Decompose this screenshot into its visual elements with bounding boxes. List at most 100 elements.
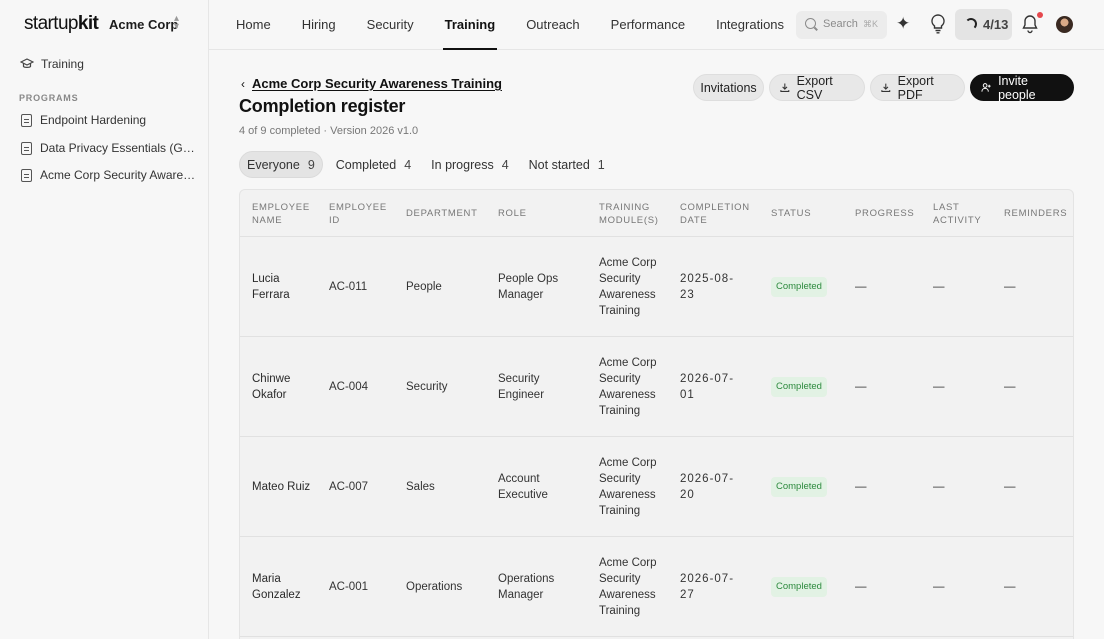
- sidebar-item-data-privacy[interactable]: Data Privacy Essentials (GDPR): [21, 139, 201, 157]
- tab-everyone[interactable]: Everyone 9: [239, 151, 323, 178]
- invite-people-label: Invite people: [998, 73, 1036, 102]
- col-training-modules[interactable]: TRAINING MODULE(S): [599, 190, 667, 237]
- main-content: ‹ Acme Corp Security Awareness Training …: [210, 50, 1104, 639]
- status-filter-tabs: Everyone 9 Completed 4 In progress 4 Not st…: [239, 151, 618, 178]
- cell-training-module: Acme Corp Security Awareness Training: [599, 257, 657, 317]
- cell-completion-date: 2026-07-27: [680, 573, 735, 601]
- cell-training-module: Acme Corp Security Awareness Training: [599, 357, 657, 417]
- chevron-left-icon: ‹: [241, 76, 245, 91]
- col-last-activity[interactable]: LAST ACTIVITY: [933, 190, 993, 237]
- cell-employee-id: AC-011: [329, 281, 368, 293]
- search-shortcut: ⌘K: [863, 19, 879, 29]
- bell-icon[interactable]: [1021, 14, 1039, 34]
- org-switcher-label[interactable]: Acme Corp: [109, 17, 178, 32]
- cell-reminders: —: [1004, 481, 1016, 493]
- sidebar-item-security-awareness[interactable]: Acme Corp Security Awareness Training: [21, 166, 201, 184]
- col-completion-date[interactable]: COMPLETION DATE: [680, 190, 756, 237]
- cell-completion-date: 2026-07-20: [680, 473, 735, 501]
- cell-training-module: Acme Corp Security Awareness Training: [599, 457, 657, 517]
- cell-reminders: —: [1004, 581, 1016, 593]
- tab-label: Everyone: [247, 157, 300, 172]
- sidebar-item-endpoint-hardening[interactable]: Endpoint Hardening: [21, 111, 201, 129]
- progress-count: 4/13: [983, 17, 1009, 32]
- sidebar-section-title: PROGRAMS: [19, 93, 79, 103]
- table-row[interactable]: Maria Gonzalez AC-001 Operations Operati…: [240, 537, 1073, 637]
- table-row[interactable]: Mateo Ruiz AC-007 Sales Account Executiv…: [240, 437, 1073, 537]
- tab-label: Not started: [528, 157, 590, 172]
- nav-home[interactable]: Home: [236, 0, 271, 50]
- nav-outreach[interactable]: Outreach: [526, 0, 579, 50]
- sidebar-item-training[interactable]: Training: [20, 56, 84, 72]
- tab-completed[interactable]: Completed 4: [329, 151, 418, 178]
- export-csv-button[interactable]: Export CSV: [769, 73, 865, 102]
- cell-department: Sales: [406, 481, 435, 493]
- cell-completion-date: 2026-07-01: [680, 373, 735, 401]
- sidebar: Training PROGRAMS Endpoint Hardening Dat…: [0, 50, 209, 639]
- cell-employee-id: AC-007: [329, 481, 368, 493]
- sidebar-item-label: Training: [41, 57, 84, 71]
- sparkles-icon[interactable]: ✦: [896, 14, 910, 34]
- col-employee-id[interactable]: EMPLOYEE ID: [329, 190, 389, 237]
- tab-not-started[interactable]: Not started 1: [522, 151, 612, 178]
- col-department[interactable]: DEPARTMENT: [406, 190, 486, 237]
- status-badge: Completed: [771, 477, 827, 497]
- export-pdf-label: Export PDF: [897, 73, 934, 102]
- onboarding-progress-button[interactable]: 4/13: [955, 9, 1012, 40]
- cell-last-activity: —: [933, 381, 945, 393]
- col-status[interactable]: STATUS: [771, 190, 831, 237]
- cell-employee-id: AC-004: [329, 381, 368, 393]
- nav-performance[interactable]: Performance: [611, 0, 685, 50]
- user-plus-icon: [981, 83, 991, 92]
- cell-employee-id: AC-001: [329, 581, 368, 593]
- search-input[interactable]: Search ⌘K: [796, 11, 887, 39]
- nav-training[interactable]: Training: [442, 0, 497, 50]
- cell-employee-name: Chinwe Okafor: [252, 373, 291, 401]
- chevron-up-down-icon[interactable]: ▴ ▾: [174, 14, 179, 32]
- cell-reminders: —: [1004, 281, 1016, 293]
- tab-label: In progress: [431, 157, 494, 172]
- breadcrumb[interactable]: ‹ Acme Corp Security Awareness Training: [241, 76, 502, 91]
- col-reminders[interactable]: REMINDERS: [1004, 190, 1073, 237]
- search-icon: [805, 18, 816, 29]
- export-csv-label: Export CSV: [796, 73, 833, 102]
- lightbulb-icon[interactable]: [929, 13, 947, 35]
- table-row[interactable]: Chinwe Okafor AC-004 Security Security E…: [240, 337, 1073, 437]
- tab-in-progress[interactable]: In progress 4: [424, 151, 515, 178]
- back-link[interactable]: Acme Corp Security Awareness Training: [252, 76, 502, 91]
- logo-text-bold: kit: [77, 13, 99, 34]
- brand-area: startupkit Acme Corp ▴ ▾: [0, 0, 209, 50]
- cell-role: Security Engineer: [498, 373, 545, 401]
- top-bar: startupkit Acme Corp ▴ ▾ Home Hiring Secu…: [0, 0, 1104, 50]
- logo-text-light: startup: [24, 13, 78, 34]
- cell-status: Completed: [771, 537, 851, 637]
- avatar[interactable]: [1056, 16, 1073, 33]
- col-progress[interactable]: PROGRESS: [855, 190, 925, 237]
- startupkit-logo[interactable]: startupkit: [24, 13, 99, 35]
- status-badge: Completed: [771, 377, 827, 397]
- col-role[interactable]: ROLE: [498, 190, 578, 237]
- cell-role: Operations Manager: [498, 573, 555, 601]
- sidebar-item-label: Data Privacy Essentials (GDPR): [40, 141, 201, 155]
- nav-hiring[interactable]: Hiring: [302, 0, 336, 50]
- nav-integrations[interactable]: Integrations: [716, 0, 784, 50]
- invite-people-button[interactable]: Invite people: [970, 73, 1074, 102]
- cell-progress: —: [855, 581, 867, 593]
- sidebar-item-label: Endpoint Hardening: [40, 113, 147, 127]
- cell-employee-name: Maria Gonzalez: [252, 573, 301, 601]
- cell-department: People: [406, 281, 442, 293]
- table-row[interactable]: Lucia Ferrara AC-011 People People Ops M…: [240, 237, 1073, 337]
- nav-security[interactable]: Security: [367, 0, 414, 50]
- tab-count: 9: [307, 157, 315, 172]
- invitations-button[interactable]: Invitations: [693, 74, 764, 101]
- export-pdf-button[interactable]: Export PDF: [870, 73, 965, 102]
- cell-completion-date: 2025-08-23: [680, 273, 735, 301]
- tab-count: 4: [404, 157, 412, 172]
- download-icon: [881, 83, 891, 92]
- cell-department: Operations: [406, 581, 463, 593]
- main-nav: Home Hiring Security Training Outreach P…: [236, 0, 815, 50]
- search-placeholder: Search: [823, 18, 858, 30]
- col-employee-name[interactable]: EMPLOYEE NAME: [252, 190, 318, 237]
- invitations-button-label: Invitations: [700, 80, 757, 95]
- document-icon: [21, 113, 32, 127]
- document-icon: [21, 168, 32, 182]
